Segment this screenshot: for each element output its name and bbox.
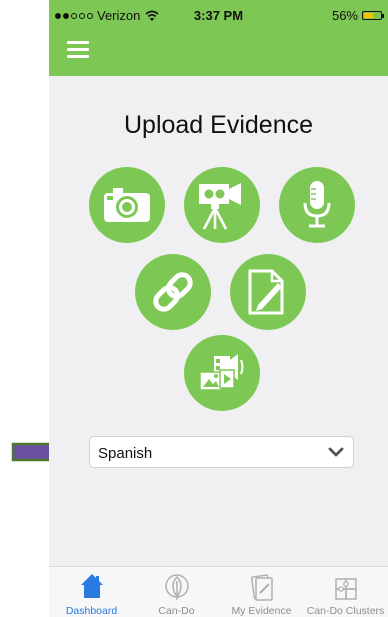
camera-icon	[104, 188, 150, 222]
battery-percent: 56%	[331, 8, 358, 23]
upload-media-button[interactable]	[184, 335, 260, 411]
app-screen: Verizon 3:37 PM 56% Upload Evidence Span…	[49, 0, 388, 617]
tab-label: Dashboard	[65, 605, 118, 617]
upload-link-button[interactable]	[135, 254, 211, 330]
language-select-value: Spanish	[98, 445, 153, 462]
link-icon	[153, 272, 193, 312]
upload-audio-button[interactable]	[279, 167, 355, 243]
evidence-icon	[250, 574, 273, 601]
leaf-icon	[164, 574, 189, 600]
home-icon	[80, 574, 103, 598]
tab-dashboard[interactable]: Dashboard	[49, 567, 134, 617]
tab-label: Can-Do	[158, 605, 195, 617]
tab-can-do-clusters[interactable]: Can-Do Clusters	[303, 567, 388, 617]
microphone-icon	[303, 181, 331, 228]
upload-video-button[interactable]	[184, 167, 260, 243]
tab-can-do[interactable]: Can-Do	[134, 567, 219, 617]
video-camera-icon	[199, 183, 241, 230]
hamburger-menu-icon[interactable]	[67, 41, 89, 59]
document-edit-icon	[248, 269, 284, 315]
page-title: Upload Evidence	[123, 111, 313, 139]
app-header: Verizon 3:37 PM 56%	[49, 0, 388, 76]
battery-icon	[362, 11, 384, 20]
upload-photo-button[interactable]	[89, 167, 165, 243]
upload-document-button[interactable]	[230, 254, 306, 330]
tab-label: Can-Do Clusters	[306, 605, 385, 617]
media-files-icon	[199, 354, 244, 391]
tab-my-evidence[interactable]: My Evidence	[219, 567, 304, 617]
tab-bar: Dashboard Can-Do My Evidence Can-Do Clus…	[49, 566, 388, 617]
chevron-down-icon	[328, 447, 344, 457]
status-bar: Verizon 3:37 PM 56%	[49, 8, 388, 26]
language-select[interactable]: Spanish	[89, 436, 354, 468]
puzzle-icon	[334, 578, 357, 600]
tab-label: My Evidence	[231, 605, 292, 617]
